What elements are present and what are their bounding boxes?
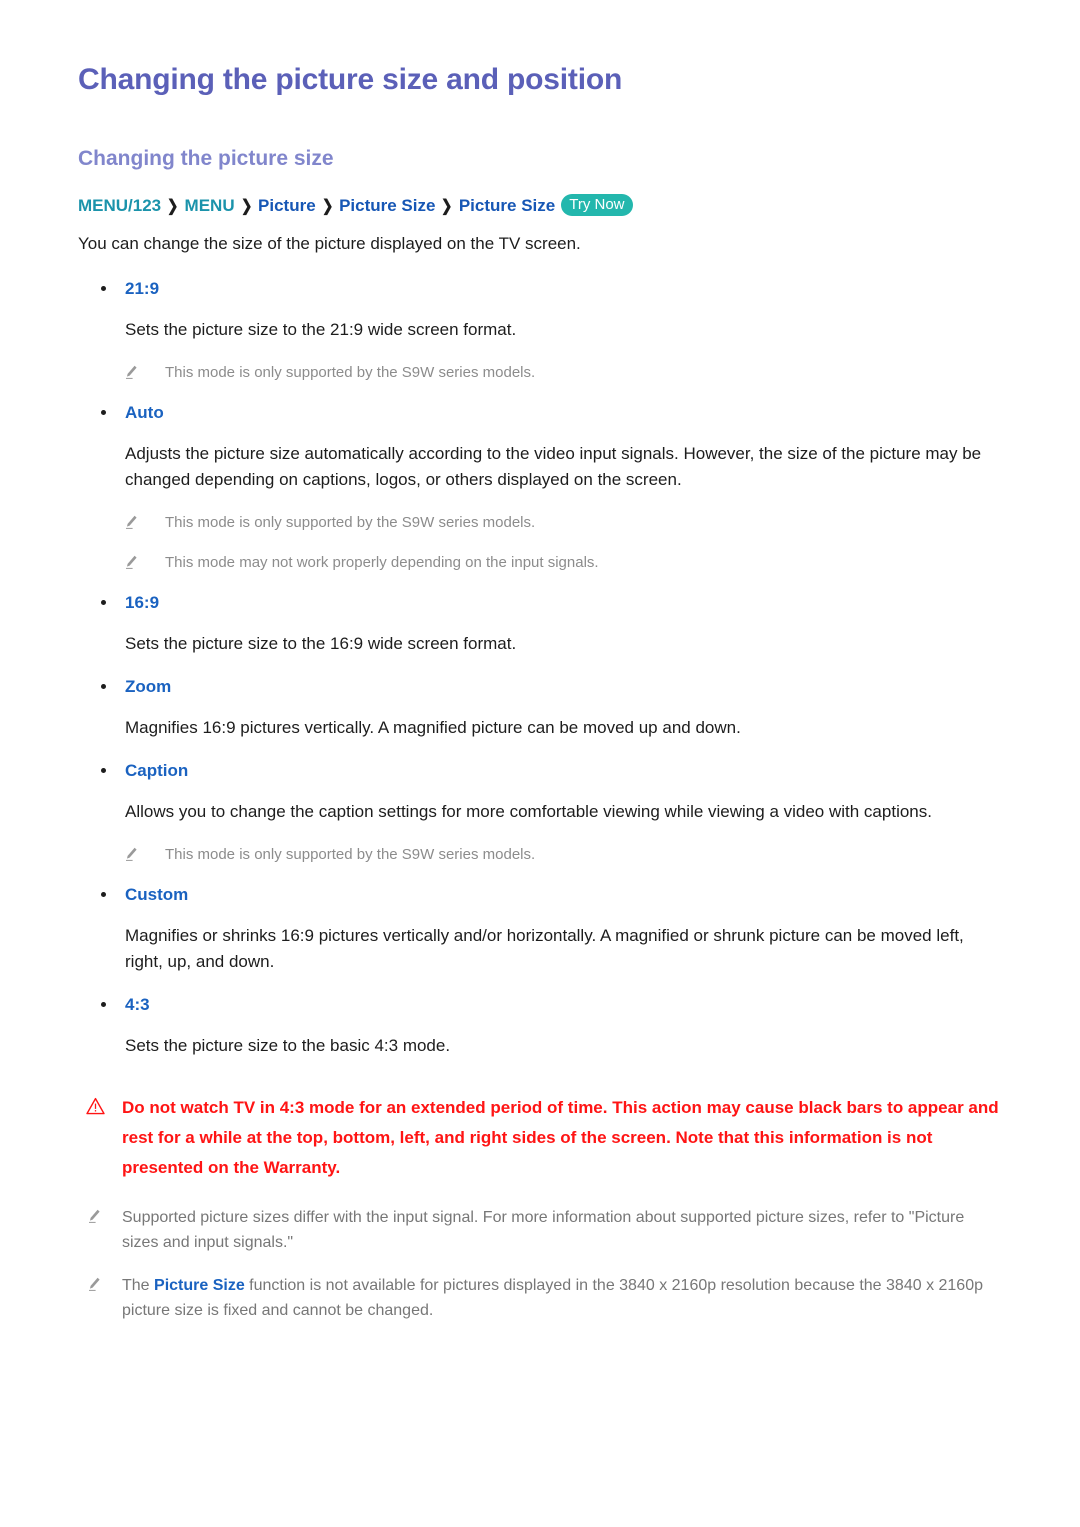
intro-paragraph: You can change the size of the picture d…: [78, 234, 581, 253]
option-label-zoom: Zoom: [78, 675, 1000, 699]
option-item: 16:9 Sets the picture size to the 16:9 w…: [78, 591, 1000, 657]
breadcrumb-item-menu123[interactable]: MENU/123: [78, 196, 161, 215]
bullet-icon: [101, 768, 106, 773]
footer-note-item: The Picture Size function is not availab…: [78, 1273, 1000, 1323]
pencil-icon: [124, 846, 139, 862]
breadcrumb-separator-icon: ❯: [321, 198, 334, 215]
option-description: Sets the picture size to the 16:9 wide s…: [125, 634, 517, 653]
picture-size-link[interactable]: Picture Size: [154, 1277, 245, 1294]
document-page: Changing the picture size and position C…: [0, 0, 1080, 1527]
note-item: This mode is only supported by the S9W s…: [78, 511, 1000, 535]
option-description: Sets the picture size to the basic 4:3 m…: [125, 1036, 451, 1055]
warning-text: Do not watch TV in 4:3 mode for an exten…: [122, 1098, 999, 1177]
option-label-43: 4:3: [78, 993, 1000, 1017]
option-name: Caption: [125, 761, 189, 780]
option-name: Auto: [125, 403, 164, 422]
try-now-badge[interactable]: Try Now: [561, 194, 633, 216]
pencil-icon: [124, 364, 139, 380]
bullet-icon: [101, 410, 106, 415]
footer-note-text-prefix: The: [122, 1277, 155, 1294]
footer-note-text-suffix: function is not available for pictures d…: [122, 1277, 983, 1319]
option-name: Zoom: [125, 677, 172, 696]
option-item: Zoom Magnifies 16:9 pictures vertically.…: [78, 675, 1000, 741]
option-name: 16:9: [125, 593, 160, 612]
option-label-219: 21:9: [78, 277, 1000, 301]
option-item: 21:9 Sets the picture size to the 21:9 w…: [78, 277, 1000, 385]
option-description: Allows you to change the caption setting…: [125, 802, 932, 821]
warning-triangle-icon: [86, 1097, 105, 1116]
bullet-icon: [101, 684, 106, 689]
breadcrumb-separator-icon: ❯: [167, 198, 179, 215]
option-label-auto: Auto: [78, 401, 1000, 425]
option-label-169: 16:9: [78, 591, 1000, 615]
page-title: Changing the picture size and position: [78, 63, 623, 96]
note-item: This mode is only supported by the S9W s…: [78, 843, 1000, 867]
option-item: Custom Magnifies or shrinks 16:9 picture…: [78, 883, 1000, 975]
option-label-custom: Custom: [78, 883, 1000, 907]
note-text: This mode is only supported by the S9W s…: [165, 364, 536, 381]
option-description: Magnifies 16:9 pictures vertically. A ma…: [125, 718, 741, 737]
option-name: 21:9: [125, 279, 160, 298]
option-description: Adjusts the picture size automatically a…: [125, 444, 982, 489]
pencil-icon: [124, 554, 139, 570]
breadcrumb: MENU/123 ❯ MENU ❯ Picture ❯ Picture Size ❯ Pictu…: [78, 194, 1000, 219]
option-label-caption: Caption: [78, 759, 1000, 783]
breadcrumb-item-picture-size[interactable]: Picture Size: [339, 196, 435, 215]
option-item: 4:3 Sets the picture size to the basic 4…: [78, 993, 1000, 1059]
section-title: Changing the picture size: [78, 147, 334, 170]
option-name: Custom: [125, 885, 189, 904]
bullet-icon: [101, 892, 106, 897]
option-item: Auto Adjusts the picture size automatica…: [78, 401, 1000, 575]
note-text: This mode is only supported by the S9W s…: [165, 846, 536, 863]
option-name: 4:3: [125, 995, 150, 1014]
bullet-icon: [101, 600, 106, 605]
note-item: This mode may not work properly dependin…: [78, 551, 1000, 575]
bullet-icon: [101, 286, 106, 291]
footer-note-item: Supported picture sizes differ with the …: [78, 1205, 1000, 1255]
note-text: This mode may not work properly dependin…: [165, 554, 599, 571]
option-description: Magnifies or shrinks 16:9 pictures verti…: [125, 926, 964, 971]
bullet-icon: [101, 1002, 106, 1007]
pencil-icon: [124, 514, 139, 530]
breadcrumb-separator-icon: ❯: [240, 198, 253, 215]
pencil-icon: [87, 1208, 102, 1224]
option-description: Sets the picture size to the 21:9 wide s…: [125, 320, 517, 339]
breadcrumb-item-menu[interactable]: MENU: [185, 196, 235, 215]
breadcrumb-item-picture[interactable]: Picture: [258, 196, 316, 215]
option-item: Caption Allows you to change the caption…: [78, 759, 1000, 867]
breadcrumb-separator-icon: ❯: [441, 198, 453, 215]
pencil-icon: [87, 1276, 102, 1292]
warning-message: Do not watch TV in 4:3 mode for an exten…: [78, 1093, 1000, 1183]
breadcrumb-item-picture-size-2[interactable]: Picture Size: [459, 196, 555, 215]
footer-note-text: Supported picture sizes differ with the …: [122, 1209, 965, 1251]
note-item: This mode is only supported by the S9W s…: [78, 361, 1000, 385]
note-text: This mode is only supported by the S9W s…: [165, 514, 536, 531]
